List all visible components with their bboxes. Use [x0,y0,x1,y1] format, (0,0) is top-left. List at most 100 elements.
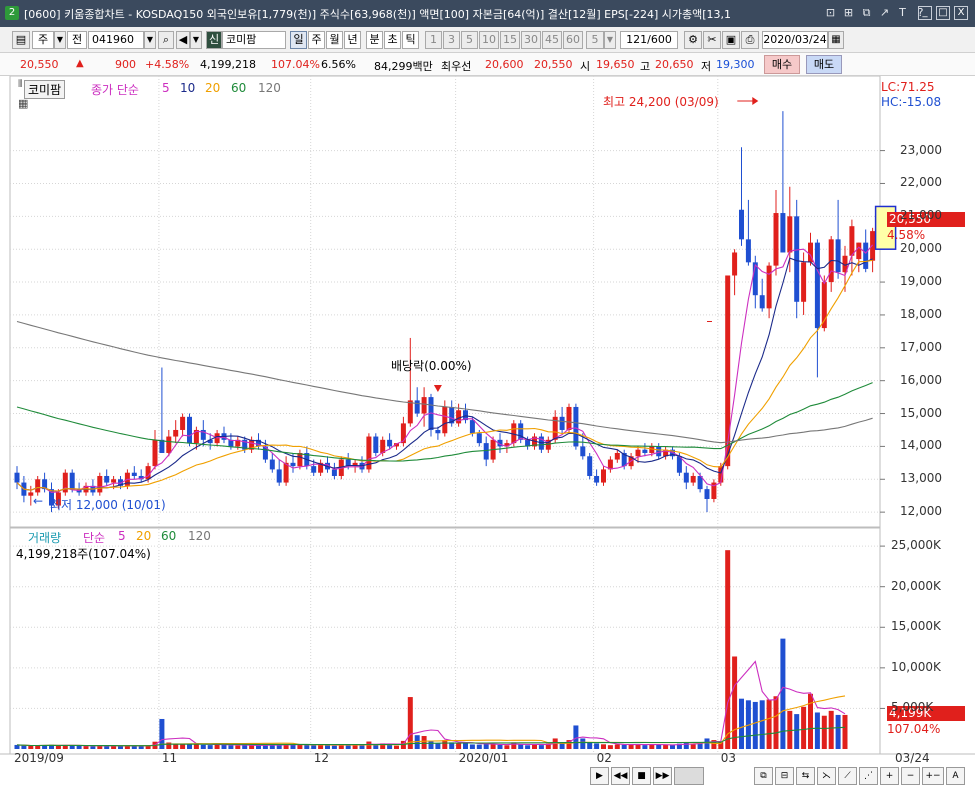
ma20-legend[interactable]: 20 [205,81,220,95]
volume-bar [683,742,689,749]
chevron-down-icon[interactable]: ▼ [54,31,66,49]
pattern-icon[interactable]: ⋰ [859,767,878,785]
volume-bar [228,745,234,749]
zoom-in-icon[interactable]: + [880,767,899,785]
tab-minute[interactable]: 분 [366,31,383,49]
volume-bar [276,745,282,749]
candle [111,479,117,483]
maximize-button[interactable]: □ [936,6,950,20]
volume-bar [670,745,675,749]
trend-icon[interactable]: ⟋ [838,767,857,785]
prev-stock-button[interactable]: 전 [67,31,87,49]
interval-1[interactable]: 1 [425,31,442,49]
tools-icon[interactable]: ✂ [703,31,721,49]
link-icon[interactable]: ⊡ [823,4,838,21]
stock-name-field[interactable]: 코미팜 [222,31,286,49]
reset-zoom-icon[interactable]: +− [922,767,944,785]
close-button[interactable]: X [954,6,968,20]
search-icon[interactable]: ⌕ [158,31,174,49]
best-bid: 20,550 [534,58,573,71]
candle [656,446,662,457]
interval-30[interactable]: 30 [521,31,541,49]
stock-code-input[interactable]: 041960 [88,31,144,49]
speaker-icon[interactable]: ◀ [176,31,190,49]
volume-bar [311,745,317,749]
stop-icon[interactable]: ■ [632,767,651,785]
candle [104,475,110,483]
candle [587,456,593,476]
scroll-left-icon[interactable]: ▶ [590,767,609,785]
font-icon[interactable]: T [895,4,910,21]
grid-menu-icon[interactable]: ▤ [12,31,30,49]
zoom-out-icon[interactable]: − [901,767,920,785]
volume-bar [442,740,448,749]
volume-bar [504,745,510,749]
tab-year[interactable]: 년 [344,31,361,49]
auto-icon[interactable]: A [946,767,965,785]
volume-legend-label[interactable]: 거래량 [28,529,61,546]
interval-45[interactable]: 45 [542,31,562,49]
copy-icon[interactable]: ⧉ [859,4,874,21]
vol-ma5-legend[interactable]: 5 [118,529,126,543]
interval-3[interactable]: 3 [443,31,460,49]
table-icon[interactable]: ▦ [18,97,28,110]
volume-bar [318,744,324,749]
period-unit-select[interactable]: 주 [32,31,54,49]
zoom-fit-icon[interactable]: ⇆ [796,767,815,785]
volume-bar [28,745,34,749]
vol-ma60-legend[interactable]: 60 [161,529,176,543]
chevron-down-icon[interactable]: ▼ [190,31,202,49]
chart-canvas[interactable] [0,76,975,793]
up-arrow-icon: ▲ [76,58,84,69]
volume-bar [773,696,779,749]
fast-forward-icon[interactable]: ▶▶ [653,767,672,785]
interval-15[interactable]: 15 [500,31,520,49]
rewind-icon[interactable]: ◀◀ [611,767,630,785]
interval-60[interactable]: 60 [563,31,583,49]
stock-legend-tag[interactable]: 코미팜 [24,80,66,99]
interval-5[interactable]: 5 [461,31,478,49]
date-field[interactable]: 2020/03/24 [762,31,828,49]
tab-day[interactable]: 일 [290,31,307,49]
print-icon[interactable]: ⎙ [741,31,759,49]
chevron-down-icon[interactable]: ▼ [604,31,616,49]
candle [311,466,317,473]
candle [407,400,413,424]
scroll-handle[interactable] [674,767,704,785]
ma120-legend[interactable]: 120 [258,81,281,95]
volume-ma-label[interactable]: 단순 [83,529,105,546]
price-ma-label[interactable]: 종가 단순 [91,81,139,98]
save-icon[interactable]: ▣ [722,31,740,49]
tab-second[interactable]: 초 [384,31,401,49]
vol-ma20-legend[interactable]: 20 [136,529,151,543]
chart-handle-icon[interactable]: ⦀ [18,79,22,90]
ma60-legend[interactable]: 60 [231,81,246,95]
calendar-icon[interactable]: ▦ [828,31,844,49]
tab-tick[interactable]: 틱 [402,31,419,49]
vol-ma120-legend[interactable]: 120 [188,529,211,543]
tab-month[interactable]: 월 [326,31,343,49]
sell-button[interactable]: 매도 [806,55,842,74]
chart-area[interactable]: 코미팜 종가 단순 5 10 20 60 120 ▦ ⦀ 거래량 단순 5 20… [0,76,975,793]
ma5-legend[interactable]: 5 [162,81,170,95]
ma10-legend[interactable]: 10 [180,81,195,95]
minimize-button[interactable]: _ [918,6,932,20]
candle [732,252,738,276]
interval-select[interactable]: 5 [586,31,604,49]
group-icon[interactable]: ⊟ [775,767,794,785]
chevron-down-icon[interactable]: ▼ [144,31,156,49]
candle [690,475,696,483]
buy-button[interactable]: 매수 [764,55,800,74]
arrow-icon[interactable]: ↗ [877,4,892,21]
window-icon[interactable]: ⧉ [754,767,773,785]
data-count-field[interactable]: 121/600 [620,31,678,49]
tab-week[interactable]: 주 [308,31,325,49]
candle [759,295,765,309]
grid-icon[interactable]: ⊞ [841,4,856,21]
candle [745,239,751,263]
candle [483,443,489,460]
price-change: 900 [115,58,136,71]
draw-icon[interactable]: ⋋ [817,767,836,785]
settings-icon[interactable]: ⚙ [684,31,702,49]
interval-10[interactable]: 10 [479,31,499,49]
